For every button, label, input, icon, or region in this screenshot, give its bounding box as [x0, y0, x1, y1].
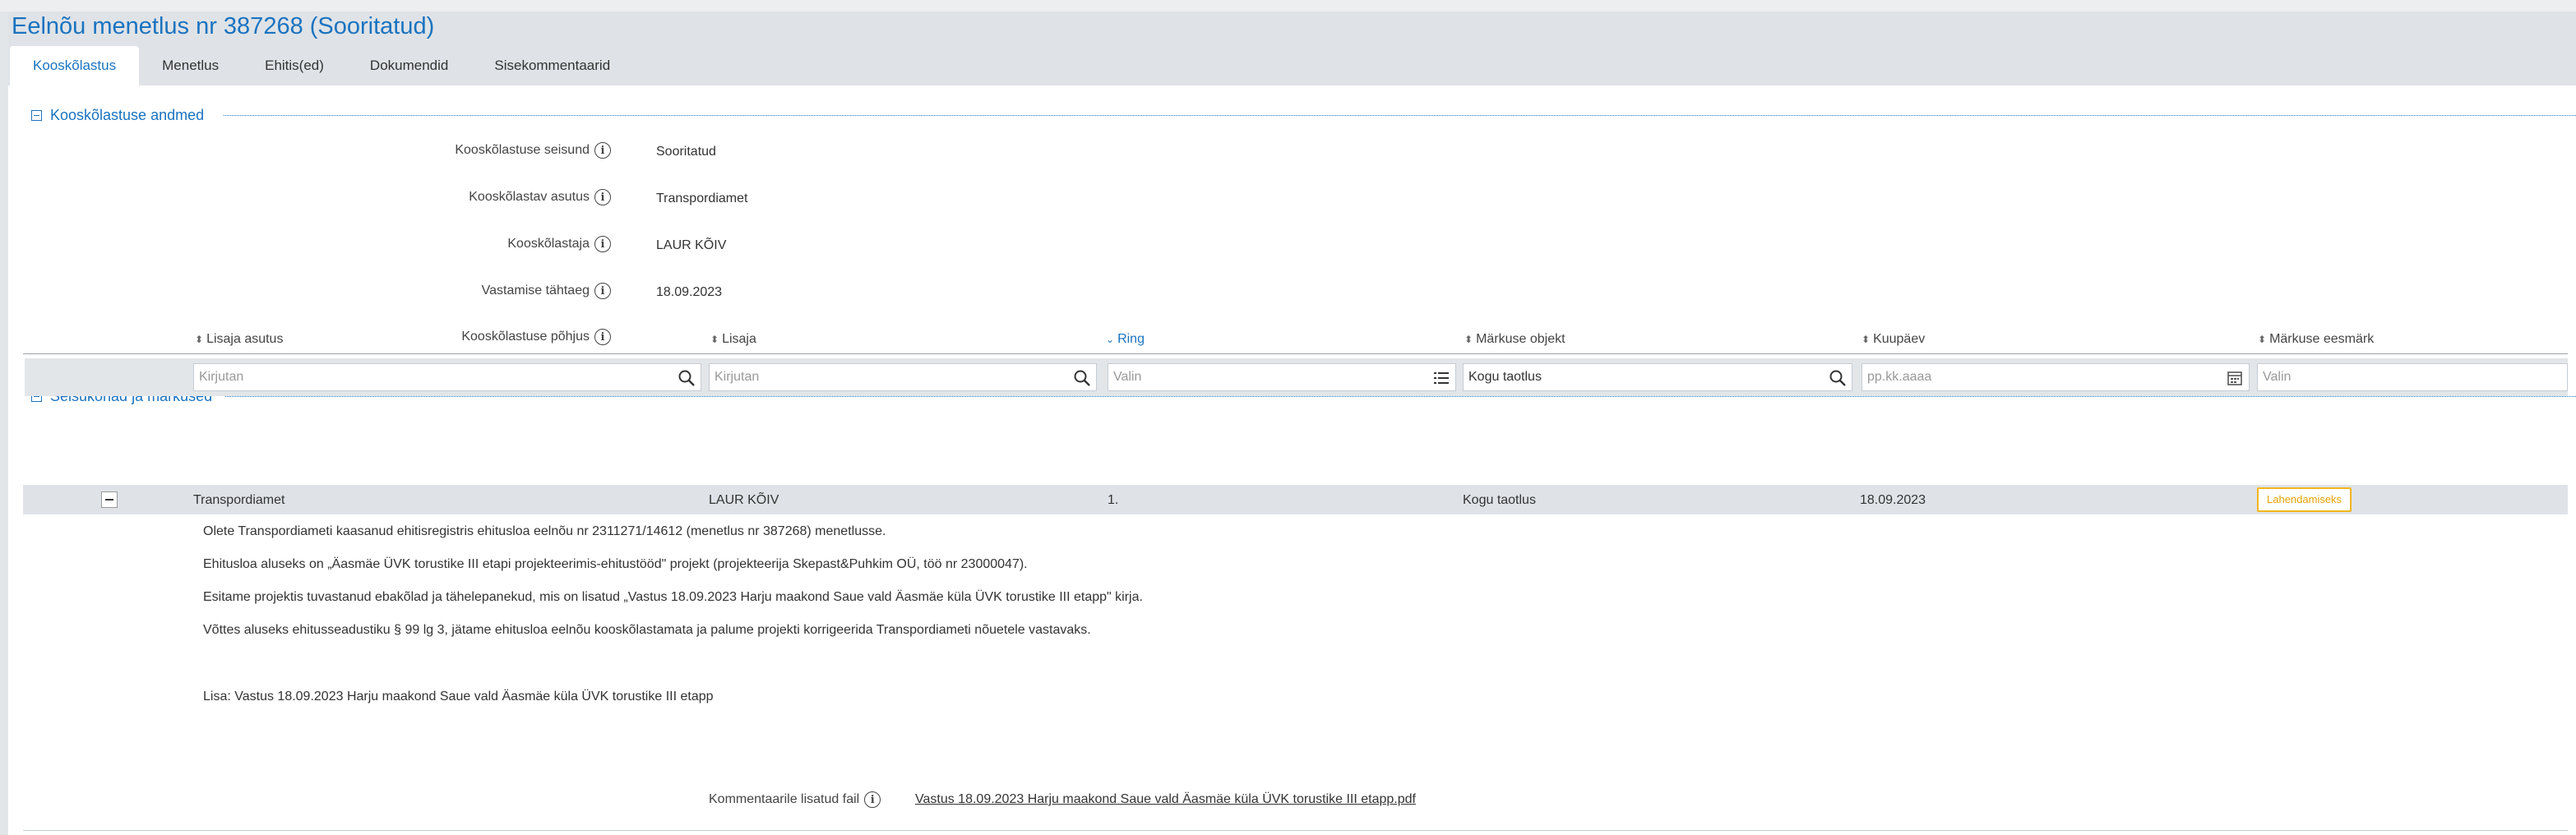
field-value-kooskolastaja: LAUR KÕIV: [656, 238, 727, 252]
filter-ring-input[interactable]: [1113, 364, 1450, 390]
col-header-label: Lisaja asutus: [206, 332, 284, 346]
label-text: Kooskõlastaja: [507, 237, 590, 251]
calendar-icon[interactable]: [2226, 369, 2244, 387]
section-header-kooskolastuse-andmed[interactable]: Kooskõlastuse andmed: [31, 105, 204, 125]
col-header-kuupaev[interactable]: ⬍ Kuupäev: [1861, 332, 1925, 347]
table-row[interactable]: [23, 485, 2568, 514]
filter-markuse-objekt-input[interactable]: [1468, 364, 1847, 390]
info-icon[interactable]: i: [594, 189, 611, 205]
info-icon[interactable]: i: [864, 791, 881, 808]
comment-line: Võttes aluseks ehitusseadustiku § 99 lg …: [203, 623, 1091, 637]
filter-markuse-eesmark[interactable]: [2257, 363, 2568, 391]
collapse-icon[interactable]: [31, 109, 42, 121]
attachment-file-link[interactable]: Vastus 18.09.2023 Harju maakond Saue val…: [915, 792, 1416, 807]
field-label-kooskolastaja: Kooskõlastaja i: [507, 236, 611, 252]
search-icon[interactable]: [1073, 369, 1091, 387]
filter-markuse-objekt[interactable]: [1463, 363, 1852, 391]
label-text: Kooskõlastuse põhjus: [461, 330, 590, 344]
tab-bar: Kooskõlastus Menetlus Ehitis(ed) Dokumen…: [10, 46, 633, 85]
main-content: Kooskõlastuse andmed Kooskõlastuse seisu…: [8, 85, 2576, 835]
col-header-markuse-eesmark[interactable]: ⬍ Märkuse eesmärk: [2258, 332, 2374, 347]
filter-ring[interactable]: [1108, 363, 1456, 391]
filter-markuse-eesmark-input[interactable]: [2263, 364, 2562, 390]
chevron-down-icon: ⌄: [1106, 334, 1115, 345]
status-badge: Lahendamiseks: [2257, 487, 2352, 512]
attachment-label-text: Kommentaarile lisatud fail: [709, 792, 860, 806]
filter-kuupaev[interactable]: [1861, 363, 2250, 391]
field-value-seisund: Sooritatud: [656, 145, 716, 159]
comment-line: Ehitusloa aluseks on „Äasmäe ÜVK torusti…: [203, 557, 1028, 571]
filter-lisaja-asutus-input[interactable]: [199, 364, 696, 390]
info-icon[interactable]: i: [594, 236, 611, 252]
attachment-label: Kommentaarile lisatud fail i: [709, 791, 881, 808]
top-strip: [0, 0, 2576, 12]
filter-lisaja-input[interactable]: [715, 364, 1091, 390]
tab-kooskolastus[interactable]: Kooskõlastus: [10, 46, 140, 85]
sort-icon: ⬍: [1464, 334, 1473, 345]
sort-icon: ⬍: [710, 334, 719, 345]
comment-line: Esitame projektis tuvastanud ebakõlad ja…: [203, 590, 1143, 604]
bottom-divider: [23, 830, 2568, 831]
field-label-pohjus: Kooskõlastuse põhjus i: [461, 329, 611, 345]
field-label-tahtaeg: Vastamise tähtaeg i: [482, 283, 611, 299]
cell-ring: 1.: [1108, 493, 1119, 507]
page-header: Eelnõu menetlus nr 387268 (Sooritatud) K…: [8, 12, 2576, 85]
info-icon[interactable]: i: [594, 283, 611, 299]
col-header-label: Ring: [1117, 332, 1145, 346]
col-header-label: Lisaja: [722, 332, 756, 346]
comment-line: Lisa: Vastus 18.09.2023 Harju maakond Sa…: [203, 690, 714, 704]
left-gutter: [0, 12, 8, 835]
sort-icon: ⬍: [1861, 334, 1871, 345]
col-header-ring[interactable]: ⌄ Ring: [1106, 332, 1145, 347]
cell-kuupaev: 18.09.2023: [1860, 493, 1926, 507]
info-icon[interactable]: i: [594, 142, 611, 159]
table-header-divider: [23, 353, 2568, 354]
field-label-asutus: Kooskõlastav asutus i: [469, 189, 611, 205]
col-header-label: Märkuse objekt: [1476, 332, 1565, 346]
comment-line: Olete Transpordiameti kaasanud ehitisreg…: [203, 524, 886, 538]
tab-menetlus[interactable]: Menetlus: [139, 46, 242, 85]
col-header-label: Kuupäev: [1873, 332, 1926, 346]
tab-ehitised[interactable]: Ehitis(ed): [242, 46, 347, 85]
label-text: Kooskõlastav asutus: [469, 190, 590, 204]
tab-dokumendid[interactable]: Dokumendid: [347, 46, 471, 85]
section-divider: [225, 396, 2576, 397]
filter-lisaja[interactable]: [709, 363, 1097, 391]
filter-lisaja-asutus[interactable]: [193, 363, 701, 391]
field-value-asutus: Transpordiamet: [656, 191, 748, 205]
tab-sisekommentaarid[interactable]: Sisekommentaarid: [471, 46, 633, 85]
field-label-seisund: Kooskõlastuse seisund i: [455, 142, 611, 159]
label-text: Vastamise tähtaeg: [481, 284, 590, 298]
section-title: Kooskõlastuse andmed: [50, 106, 205, 123]
page-title: Eelnõu menetlus nr 387268 (Sooritatud): [12, 13, 435, 39]
sort-icon: ⬍: [195, 334, 204, 345]
cell-lisaja: LAUR KÕIV: [709, 493, 779, 507]
info-icon[interactable]: i: [594, 329, 611, 345]
sort-icon: ⬍: [2258, 334, 2267, 345]
filter-kuupaev-input[interactable]: [1867, 364, 2244, 390]
search-icon[interactable]: [1829, 369, 1847, 387]
col-header-label: Märkuse eesmärk: [2269, 332, 2375, 346]
field-value-tahtaeg: 18.09.2023: [656, 285, 723, 299]
label-text: Kooskõlastuse seisund: [455, 143, 590, 157]
collapse-row-button[interactable]: [101, 491, 118, 508]
cell-markuse-objekt: Kogu taotlus: [1463, 493, 1536, 507]
col-header-lisaja[interactable]: ⬍ Lisaja: [710, 332, 756, 347]
col-header-lisaja-asutus[interactable]: ⬍ Lisaja asutus: [195, 332, 283, 347]
section-divider: [224, 115, 2576, 116]
col-header-markuse-objekt[interactable]: ⬍ Märkuse objekt: [1464, 332, 1565, 347]
list-icon[interactable]: [1432, 369, 1450, 387]
cell-lisaja-asutus: Transpordiamet: [193, 493, 285, 507]
search-icon[interactable]: [678, 369, 696, 387]
